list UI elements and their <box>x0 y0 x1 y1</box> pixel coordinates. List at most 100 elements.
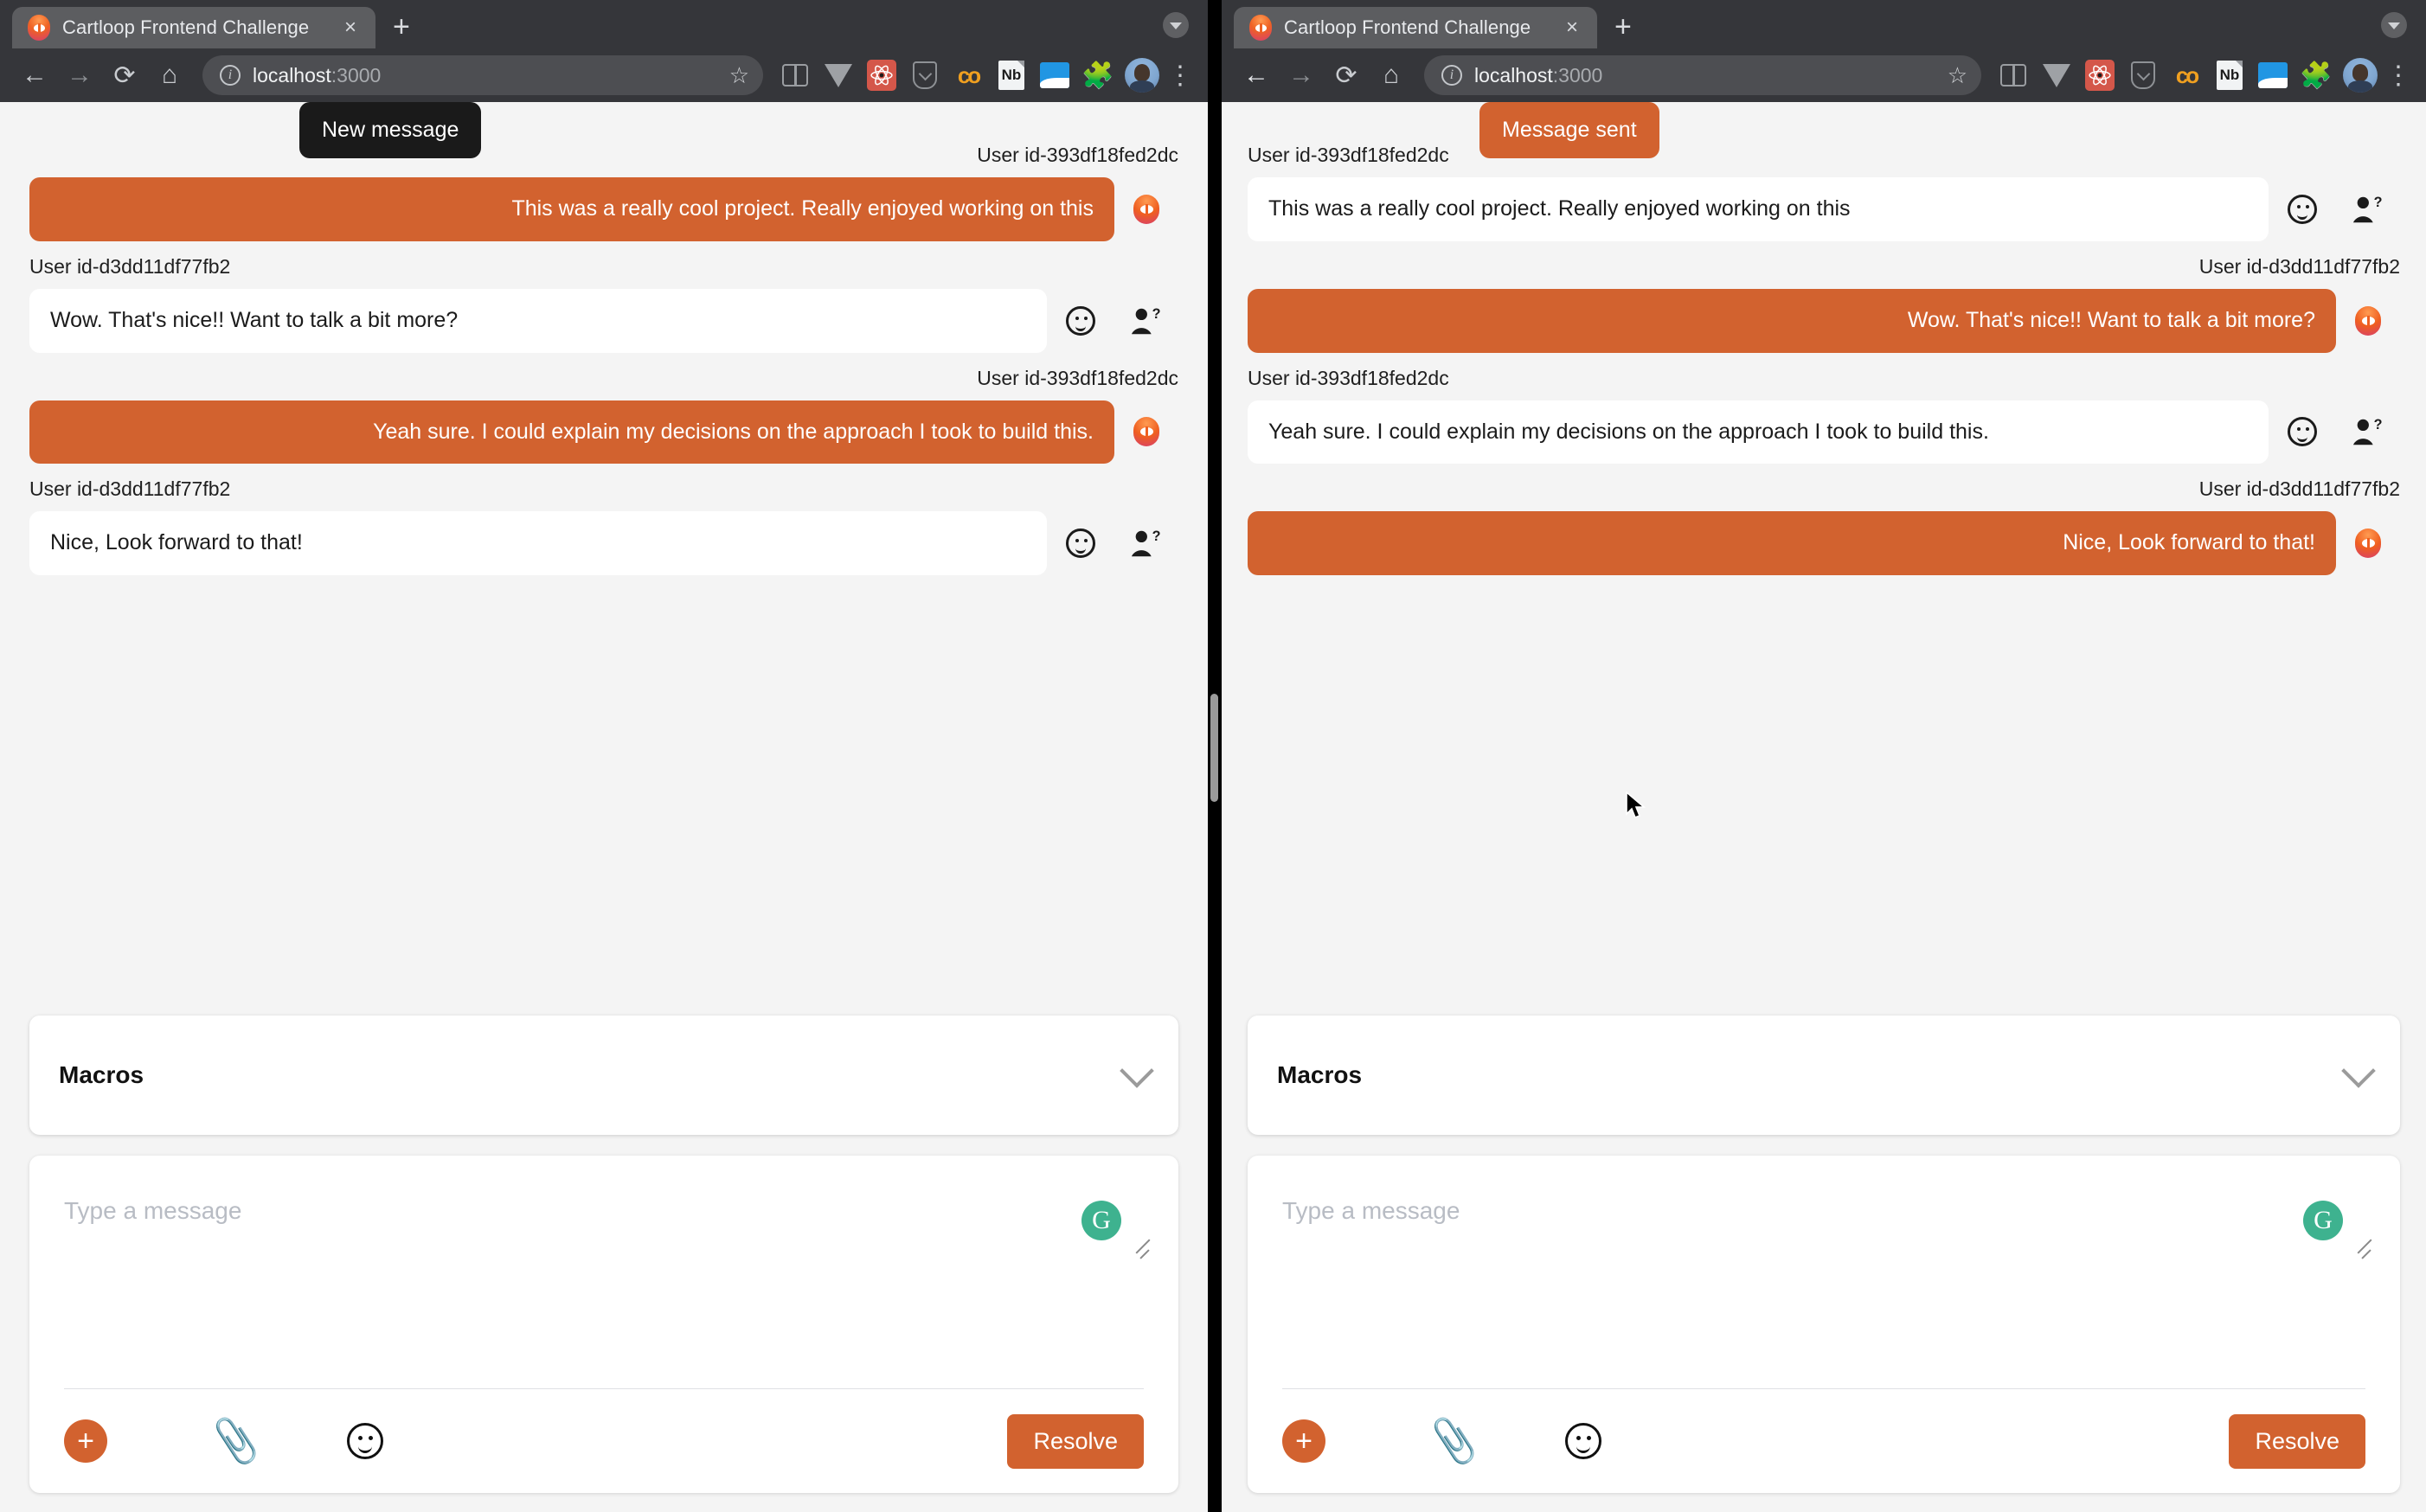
window-divider <box>1208 0 1222 1512</box>
message-bubble[interactable]: Yeah sure. I could explain my decisions … <box>1248 400 2269 464</box>
browser-tab-left[interactable]: Cartloop Frontend Challenge × <box>12 7 375 48</box>
split-view-icon[interactable] <box>1992 54 2035 97</box>
notebook-icon[interactable]: Nb <box>2208 54 2251 97</box>
message-bubble[interactable]: Wow. That's nice!! Want to talk a bit mo… <box>29 288 1047 353</box>
window-menu-chevron-icon[interactable] <box>1163 12 1189 38</box>
message-thread-right[interactable]: Message sent User id-393df18fed2dc This … <box>1248 102 2400 995</box>
add-button[interactable]: + <box>1282 1419 1325 1463</box>
colorzilla-icon[interactable]: co <box>2165 54 2208 97</box>
macros-card-left[interactable]: Macros <box>29 1015 1178 1135</box>
react-devtools-icon[interactable] <box>2078 54 2121 97</box>
vue-devtools-icon[interactable] <box>817 54 860 97</box>
attachment-icon[interactable]: 📎 <box>1426 1414 1482 1468</box>
composer-left: Type a message G + 📎 Resolve <box>29 1156 1178 1493</box>
address-bar[interactable]: i localhost:3000 ☆ <box>202 55 763 95</box>
new-tab-button[interactable]: + <box>393 12 410 42</box>
pocket-icon[interactable] <box>2121 54 2165 97</box>
message-thread-left[interactable]: New message User id-393df18fed2dc This w… <box>29 102 1178 995</box>
macros-card-right[interactable]: Macros <box>1248 1015 2400 1135</box>
home-button[interactable]: ⌂ <box>147 53 192 98</box>
composer-right: Type a message G + 📎 Resolve <box>1248 1156 2400 1493</box>
message-bubble[interactable]: Yeah sure. I could explain my decisions … <box>29 400 1114 464</box>
message-bubble[interactable]: Nice, Look forward to that! <box>29 511 1047 575</box>
image-tool-icon[interactable] <box>2251 54 2294 97</box>
emoji-picker-icon[interactable] <box>347 1423 384 1459</box>
react-devtools-icon[interactable] <box>860 54 903 97</box>
resize-handle[interactable] <box>1133 1246 1152 1265</box>
browser-toolbar-right: ← → ⟳ ⌂ i localhost:3000 ☆ co Nb 🧩 ⋮ <box>1222 48 2426 102</box>
tab-title: Cartloop Frontend Challenge <box>1284 16 1531 38</box>
browser-tab-right[interactable]: Cartloop Frontend Challenge × <box>1234 7 1597 48</box>
resize-handle[interactable] <box>2355 1246 2374 1265</box>
cartloop-avatar-icon <box>2336 529 2400 559</box>
resolve-button[interactable]: Resolve <box>1007 1413 1144 1469</box>
chevron-down-icon[interactable] <box>2341 1054 2376 1088</box>
forward-button[interactable]: → <box>1279 53 1324 98</box>
attachment-icon[interactable]: 📎 <box>208 1414 264 1468</box>
notebook-icon[interactable]: Nb <box>990 54 1033 97</box>
colorzilla-icon[interactable]: co <box>947 54 990 97</box>
reload-button[interactable]: ⟳ <box>102 53 147 98</box>
site-info-icon[interactable]: i <box>1441 65 1462 86</box>
close-tab-icon[interactable]: × <box>1559 17 1585 38</box>
tab-title: Cartloop Frontend Challenge <box>62 16 310 38</box>
window-menu-chevron-icon[interactable] <box>2381 12 2407 38</box>
message-row: User id-d3dd11df77fb2 Nice, Look forward… <box>1248 477 2400 575</box>
image-tool-icon[interactable] <box>1033 54 1076 97</box>
assign-user-icon[interactable]: ? <box>2336 417 2400 446</box>
browser-toolbar-left: ← → ⟳ ⌂ i localhost:3000 ☆ co Nb 🧩 ⋮ <box>0 48 1208 102</box>
grammarly-icon[interactable]: G <box>2303 1201 2343 1240</box>
split-view-icon[interactable] <box>773 54 817 97</box>
profile-avatar-icon[interactable] <box>1125 58 1159 93</box>
browser-menu-icon[interactable]: ⋮ <box>2383 62 2414 88</box>
react-smiley-icon[interactable] <box>2269 194 2336 224</box>
svg-text:?: ? <box>1152 529 1161 544</box>
forward-button[interactable]: → <box>57 53 102 98</box>
reload-button[interactable]: ⟳ <box>1324 53 1369 98</box>
profile-avatar-icon[interactable] <box>2343 58 2378 93</box>
close-tab-icon[interactable]: × <box>337 17 363 38</box>
extension-icons: co Nb 🧩 ⋮ <box>1992 54 2414 97</box>
back-button[interactable]: ← <box>12 53 57 98</box>
svg-text:?: ? <box>2374 195 2383 210</box>
assign-user-icon[interactable]: ? <box>1114 529 1178 558</box>
address-bar[interactable]: i localhost:3000 ☆ <box>1424 55 1981 95</box>
cartloop-avatar-icon <box>1114 194 1178 224</box>
puzzle-extensions-icon[interactable]: 🧩 <box>2294 54 2338 97</box>
react-smiley-icon[interactable] <box>2269 417 2336 447</box>
message-bubble[interactable]: Wow. That's nice!! Want to talk a bit mo… <box>1248 288 2336 353</box>
back-button[interactable]: ← <box>1234 53 1279 98</box>
chevron-down-icon[interactable] <box>1120 1054 1154 1088</box>
assign-user-icon[interactable]: ? <box>1114 306 1178 336</box>
puzzle-extensions-icon[interactable]: 🧩 <box>1076 54 1120 97</box>
new-tab-button[interactable]: + <box>1614 12 1632 42</box>
browser-menu-icon[interactable]: ⋮ <box>1165 62 1196 88</box>
composer-toolbar-left: + 📎 Resolve <box>29 1389 1178 1493</box>
message-bubble[interactable]: Nice, Look forward to that! <box>1248 511 2336 575</box>
cartloop-favicon-icon <box>1249 15 1272 41</box>
resolve-button[interactable]: Resolve <box>2229 1413 2365 1469</box>
assign-user-icon[interactable]: ? <box>2336 195 2400 224</box>
site-info-icon[interactable]: i <box>220 65 241 86</box>
cartloop-avatar-icon <box>1114 417 1178 447</box>
message-row: User id-393df18fed2dc This was a really … <box>29 144 1178 241</box>
home-button[interactable]: ⌂ <box>1369 53 1414 98</box>
bookmark-star-icon[interactable]: ☆ <box>1948 62 1967 89</box>
message-row: User id-d3dd11df77fb2 Wow. That's nice!!… <box>1248 255 2400 353</box>
message-input[interactable]: Type a message G <box>29 1156 1178 1388</box>
message-bubble[interactable]: This was a really cool project. Really e… <box>1248 177 2269 241</box>
app-left: New message User id-393df18fed2dc This w… <box>0 102 1208 1512</box>
scrollbar-thumb[interactable] <box>1210 694 1218 802</box>
bookmark-star-icon[interactable]: ☆ <box>729 62 749 89</box>
emoji-picker-icon[interactable] <box>1565 1423 1602 1459</box>
message-author: User id-393df18fed2dc <box>977 144 1178 166</box>
grammarly-icon[interactable]: G <box>1081 1201 1121 1240</box>
vue-devtools-icon[interactable] <box>2035 54 2078 97</box>
message-input[interactable]: Type a message G <box>1248 1156 2400 1388</box>
react-smiley-icon[interactable] <box>1047 529 1114 559</box>
react-smiley-icon[interactable] <box>1047 305 1114 336</box>
pocket-icon[interactable] <box>903 54 947 97</box>
message-bubble[interactable]: This was a really cool project. Really e… <box>29 177 1114 241</box>
add-button[interactable]: + <box>64 1419 107 1463</box>
message-row: User id-393df18fed2dc Yeah sure. I could… <box>1248 367 2400 464</box>
